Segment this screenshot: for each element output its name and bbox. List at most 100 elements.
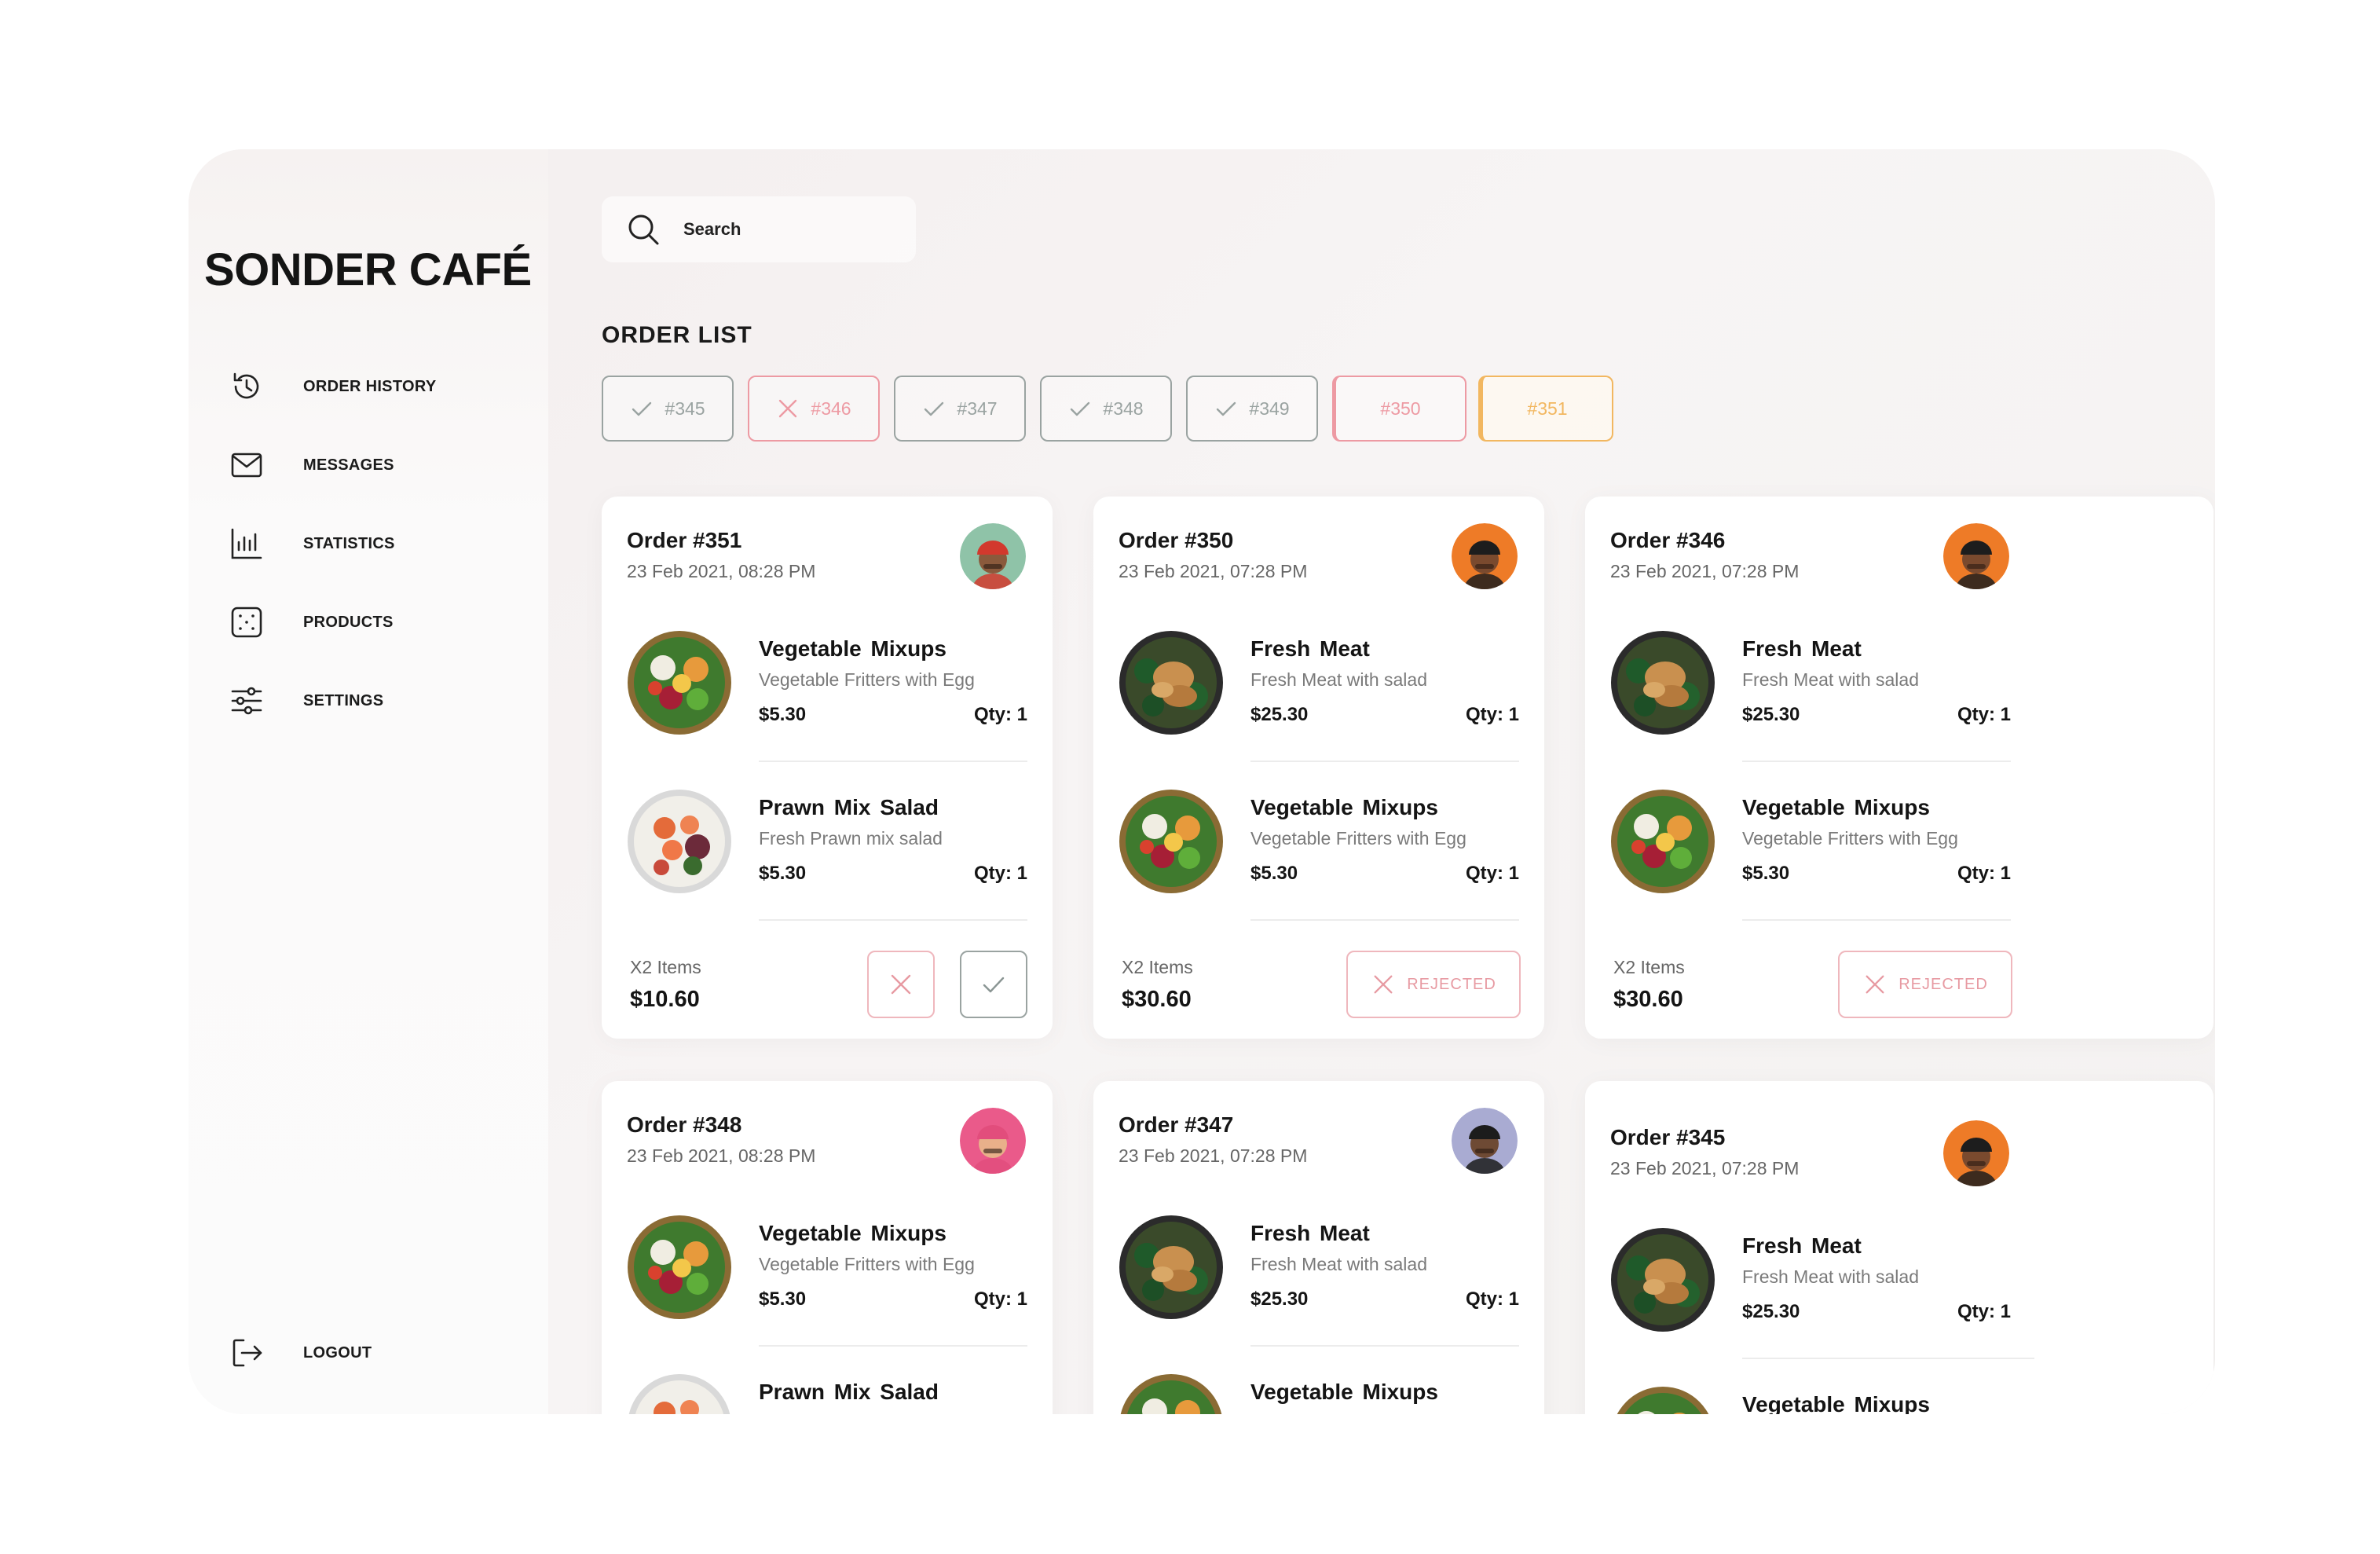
nav-label: SETTINGS <box>303 691 384 709</box>
item-name: Vegetable Mixups <box>759 636 947 661</box>
rejected-status-button[interactable]: REJECTED <box>1346 951 1521 1018</box>
item-price: $5.30 <box>759 863 807 884</box>
order-chip[interactable]: #345 <box>602 376 734 442</box>
food-image <box>1119 630 1224 735</box>
item-qty: Qty: 1 <box>1465 1288 1519 1310</box>
rejected-status-button[interactable]: REJECTED <box>1838 951 2012 1018</box>
order-item: Vegetable Mixups Vegetable Fritters with… <box>1119 789 1519 907</box>
divider <box>759 919 1027 921</box>
divider <box>1250 919 1519 921</box>
divider <box>1250 1345 1519 1347</box>
order-list-title: ORDER LIST <box>602 322 752 348</box>
search-bar[interactable]: Search <box>602 196 916 262</box>
logout-button[interactable]: LOGOUT <box>229 1329 528 1376</box>
item-price: $25.30 <box>1742 704 1800 725</box>
item-name: Vegetable Mixups <box>1742 1392 1930 1414</box>
item-price: $25.30 <box>1250 1288 1309 1310</box>
chip-label: #349 <box>1249 398 1290 419</box>
item-count: X2 Items <box>1613 957 1685 977</box>
order-chip[interactable]: #350 <box>1332 376 1466 442</box>
order-chip[interactable]: #348 <box>1040 376 1172 442</box>
order-title: Order #350 <box>1119 528 1234 552</box>
item-name: Prawn Mix Salad <box>759 1380 939 1404</box>
logout-label: LOGOUT <box>303 1343 372 1362</box>
order-card[interactable]: Order #351 23 Feb 2021, 08:28 PM Vegetab… <box>602 497 1053 1039</box>
nav-label: STATISTICS <box>303 534 395 552</box>
order-item: Vegetable Mixups Vegetable Fritters with… <box>627 1215 1027 1332</box>
products-icon <box>229 605 264 640</box>
order-chip[interactable]: #351 <box>1478 376 1613 442</box>
item-qty: Qty: 1 <box>1465 863 1519 884</box>
order-card[interactable]: Order #345 23 Feb 2021, 07:28 PM Fresh M… <box>1585 1081 2213 1414</box>
order-card[interactable]: Order #350 23 Feb 2021, 07:28 PM Fresh M… <box>1093 497 1544 1039</box>
item-description: Fresh Prawn mix salad <box>759 828 943 848</box>
item-price: $5.30 <box>759 704 807 725</box>
item-qty: Qty: 1 <box>1465 704 1519 725</box>
item-qty: Qty: 1 <box>1957 1301 2011 1322</box>
food-image <box>1610 630 1715 735</box>
item-description: Fresh Meat with salad <box>1250 669 1427 690</box>
customer-avatar <box>960 523 1026 589</box>
food-image <box>1610 1227 1715 1332</box>
order-date: 23 Feb 2021, 07:28 PM <box>1119 1145 1308 1166</box>
divider <box>759 761 1027 762</box>
item-name: Prawn Mix Salad <box>759 795 939 819</box>
order-date: 23 Feb 2021, 08:28 PM <box>627 561 816 581</box>
food-image <box>1610 1386 1715 1414</box>
order-card[interactable]: Order #348 23 Feb 2021, 08:28 PM Vegetab… <box>602 1081 1053 1414</box>
food-image <box>1119 1215 1224 1320</box>
close-icon <box>891 974 911 995</box>
check-icon <box>1068 397 1092 420</box>
order-chip[interactable]: #347 <box>894 376 1026 442</box>
accept-button[interactable] <box>960 951 1027 1018</box>
order-date: 23 Feb 2021, 07:28 PM <box>1610 1158 1800 1178</box>
app-window: SONDER CAFÉ ORDER HISTORY MESSAGES STATI… <box>189 149 2215 1414</box>
item-description: Fresh Meat with salad <box>1250 1254 1427 1274</box>
divider <box>1250 761 1519 762</box>
food-image <box>627 630 732 735</box>
nav-label: MESSAGES <box>303 456 394 474</box>
search-icon <box>628 214 659 245</box>
nav-order-history[interactable]: ORDER HISTORY <box>229 363 528 410</box>
food-image <box>627 1215 732 1320</box>
food-image <box>1610 789 1715 894</box>
divider <box>1742 919 2011 921</box>
food-image <box>627 789 732 894</box>
history-icon <box>229 369 264 404</box>
nav-label: PRODUCTS <box>303 613 394 631</box>
order-item: Fresh Meat Fresh Meat with salad $25.30 … <box>1119 1215 1519 1332</box>
sliders-icon <box>229 684 264 718</box>
close-icon <box>776 397 800 420</box>
check-icon <box>922 397 946 420</box>
nav-statistics[interactable]: STATISTICS <box>229 520 528 567</box>
order-item: Vegetable Mixups <box>1610 1386 2011 1414</box>
order-date: 23 Feb 2021, 07:28 PM <box>1119 561 1308 581</box>
order-chip[interactable]: #346 <box>748 376 880 442</box>
food-image <box>1119 789 1224 894</box>
check-icon <box>630 397 654 420</box>
customer-avatar <box>1452 523 1518 589</box>
reject-button[interactable] <box>867 951 935 1018</box>
nav-products[interactable]: PRODUCTS <box>229 599 528 646</box>
brand-logo: SONDER CAFÉ <box>204 244 532 295</box>
item-description: Fresh Meat with salad <box>1742 1266 1919 1287</box>
item-name: Fresh Meat <box>1742 636 1862 661</box>
nav-messages[interactable]: MESSAGES <box>229 442 528 489</box>
order-total: $30.60 <box>1613 987 1683 1012</box>
search-input[interactable]: Search <box>683 219 741 240</box>
order-card[interactable]: Order #347 23 Feb 2021, 07:28 PM Fresh M… <box>1093 1081 1544 1414</box>
item-price: $5.30 <box>759 1288 807 1310</box>
item-name: Vegetable Mixups <box>759 1221 947 1245</box>
chip-label: #348 <box>1103 398 1144 419</box>
bar-chart-icon <box>229 526 264 561</box>
order-title: Order #345 <box>1610 1125 1726 1149</box>
logout-icon <box>229 1336 264 1370</box>
order-item: Vegetable Mixups Vegetable Fritters with… <box>627 630 1027 748</box>
item-description: Vegetable Fritters with Egg <box>1250 828 1466 848</box>
chip-label: #351 <box>1527 398 1568 419</box>
order-card[interactable]: Order #346 23 Feb 2021, 07:28 PM Fresh M… <box>1585 497 2213 1039</box>
nav-settings[interactable]: SETTINGS <box>229 677 528 724</box>
item-qty: Qty: 1 <box>973 863 1027 884</box>
item-name: Fresh Meat <box>1742 1233 1862 1258</box>
order-chip[interactable]: #349 <box>1186 376 1318 442</box>
